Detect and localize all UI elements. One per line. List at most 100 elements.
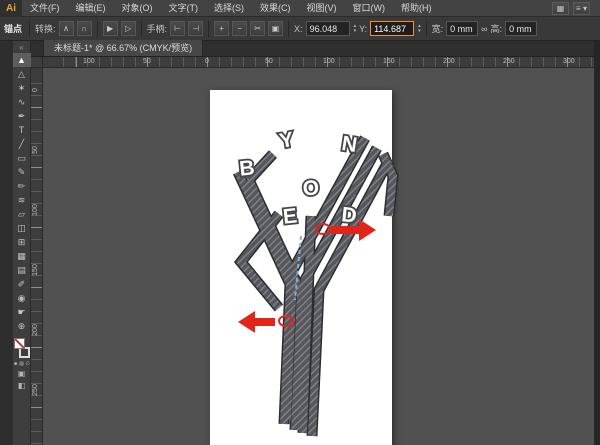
free-transform-tool-button[interactable]: ▱ [13,207,31,221]
workspace-switcher-icon[interactable]: ≡ ▾ [573,2,590,15]
width-tool-button[interactable]: ≋ [13,193,31,207]
drawing-mode-icon[interactable]: ▣ [13,367,31,379]
link-dimensions-icon[interactable]: ∞ [481,24,487,34]
hand-tool-button[interactable]: ☛ [13,305,31,319]
blend-tool-button[interactable]: ◉ [13,291,31,305]
fill-stroke-swatches [13,337,31,359]
select-previous-anchor-icon[interactable]: ▶ [103,21,118,36]
line-segment-tool-button[interactable]: ╱ [13,137,31,151]
document-tab-bar: 未标题-1* @ 66.67% (CMYK/预览) [31,41,600,57]
zoom-tool-button[interactable]: ⊕ [13,319,31,333]
separator [208,21,209,37]
mesh-tool-button[interactable]: ▦ [13,249,31,263]
selection-tool-button[interactable]: ▲ [13,53,31,67]
ruler-number: 200 [443,58,455,65]
width-label: 宽: [432,22,444,35]
width-input[interactable] [446,21,478,36]
menu-select[interactable]: 选择(S) [206,0,252,17]
type-tool-button[interactable]: T [13,123,31,137]
letter-d: D [340,203,357,227]
handles-label: 手柄: [147,22,168,35]
ruler-number: 250 [32,380,42,400]
separator [288,21,289,37]
menu-window[interactable]: 窗口(W) [345,0,394,17]
ruler-number: 50 [32,140,42,160]
y-stepper-icon[interactable]: ▴▾ [418,24,421,34]
ruler-number: 300 [563,58,575,65]
paintbrush-tool-button[interactable]: ✎ [13,165,31,179]
select-next-anchor-icon[interactable]: ▷ [121,21,136,36]
letter-e: E [282,204,298,228]
panel-dock-collapsed [594,41,600,445]
shape-builder-tool-button[interactable]: ◫ [13,221,31,235]
menu-edit[interactable]: 编辑(E) [68,0,114,17]
hide-handles-icon[interactable]: ⊣ [188,21,203,36]
convert-to-smooth-icon[interactable]: ∩ [77,21,92,36]
ruler-number: 0 [205,58,209,65]
ruler-number: 100 [32,200,42,220]
letter-o: O [302,176,320,200]
separator [97,21,98,37]
magic-wand-tool-button[interactable]: ✶ [13,81,31,95]
rectangle-tool-button[interactable]: ▭ [13,151,31,165]
canvas-pasteboard[interactable]: B E Y O N D [43,68,594,445]
ruler-number: 100 [83,58,95,65]
convert-to-corner-icon[interactable]: ∧ [59,21,74,36]
x-stepper-icon[interactable]: ▴▾ [354,24,357,34]
menubar-right-controls: ▦ ≡ ▾ [552,2,600,15]
height-label: 高: [491,22,503,35]
add-anchor-icon[interactable]: + [214,21,229,36]
separator [141,21,142,37]
menu-file[interactable]: 文件(F) [22,0,68,17]
menu-bar: Ai 文件(F) 编辑(E) 对象(O) 文字(T) 选择(S) 效果(C) 视… [0,0,600,17]
height-input[interactable] [505,21,537,36]
ruler-number: 200 [32,320,42,340]
show-handles-icon[interactable]: ⊢ [170,21,185,36]
left-arrow [238,311,275,333]
horizontal-ruler[interactable]: 100 50 0 50 100 150 200 250 300 [43,57,594,68]
convert-label: 转换: [35,22,56,35]
y-label: Y: [359,24,367,34]
beyond-artwork[interactable]: B E Y O N D [43,68,594,445]
isolate-selection-icon[interactable]: ▣ [268,21,283,36]
separator [29,21,30,37]
ai-logo-icon[interactable]: Ai [0,0,22,17]
y-coordinate-input[interactable] [370,21,414,36]
illustrator-window: Ai 文件(F) 编辑(E) 对象(O) 文字(T) 选择(S) 效果(C) 视… [0,0,600,445]
tools-panel: « ▲ △ ✶ ∿ ✒ T ╱ ▭ ✎ ✏ ≋ ▱ ◫ ⊞ ▦ ▤ ✐ ◉ ☛ … [13,41,31,445]
control-bar: 锚点 转换: ∧ ∩ ▶ ▷ 手柄: ⊢ ⊣ + − ✂ ▣ X: ▴▾ Y: … [0,17,600,41]
separator [426,21,427,37]
lasso-tool-button[interactable]: ∿ [13,95,31,109]
menu-view[interactable]: 视图(V) [299,0,345,17]
ruler-number: 0 [32,80,42,100]
direct-selection-tool-button[interactable]: △ [13,67,31,81]
document-tab[interactable]: 未标题-1* @ 66.67% (CMYK/预览) [43,40,203,56]
gradient-tool-button[interactable]: ▤ [13,263,31,277]
vertical-ruler[interactable]: 0 50 100 150 200 250 [31,68,43,445]
letter-b: B [238,156,255,180]
menu-object[interactable]: 对象(O) [114,0,161,17]
x-coordinate-input[interactable] [306,21,350,36]
x-label: X: [294,24,303,34]
app-frame-strip [0,41,13,445]
ruler-number: 100 [323,58,335,65]
eyedropper-tool-button[interactable]: ✐ [13,277,31,291]
letter-y: Y [278,128,296,153]
pencil-tool-button[interactable]: ✏ [13,179,31,193]
pen-tool-button[interactable]: ✒ [13,109,31,123]
arrange-documents-icon[interactable]: ▦ [552,2,569,15]
control-bar-title: 锚点 [4,22,24,35]
toolbar-collapse-icon[interactable]: « [13,41,31,53]
fill-swatch[interactable] [14,338,25,349]
menu-effect[interactable]: 效果(C) [252,0,299,17]
menu-help[interactable]: 帮助(H) [393,0,440,17]
ruler-number: 250 [503,58,515,65]
ruler-number: 150 [383,58,395,65]
ruler-number: 50 [143,58,151,65]
perspective-grid-tool-button[interactable]: ⊞ [13,235,31,249]
menu-type[interactable]: 文字(T) [161,0,207,17]
cut-path-icon[interactable]: ✂ [250,21,265,36]
screen-mode-icon[interactable]: ◧ [13,379,31,391]
remove-anchor-icon[interactable]: − [232,21,247,36]
ruler-origin-corner[interactable] [31,57,43,68]
